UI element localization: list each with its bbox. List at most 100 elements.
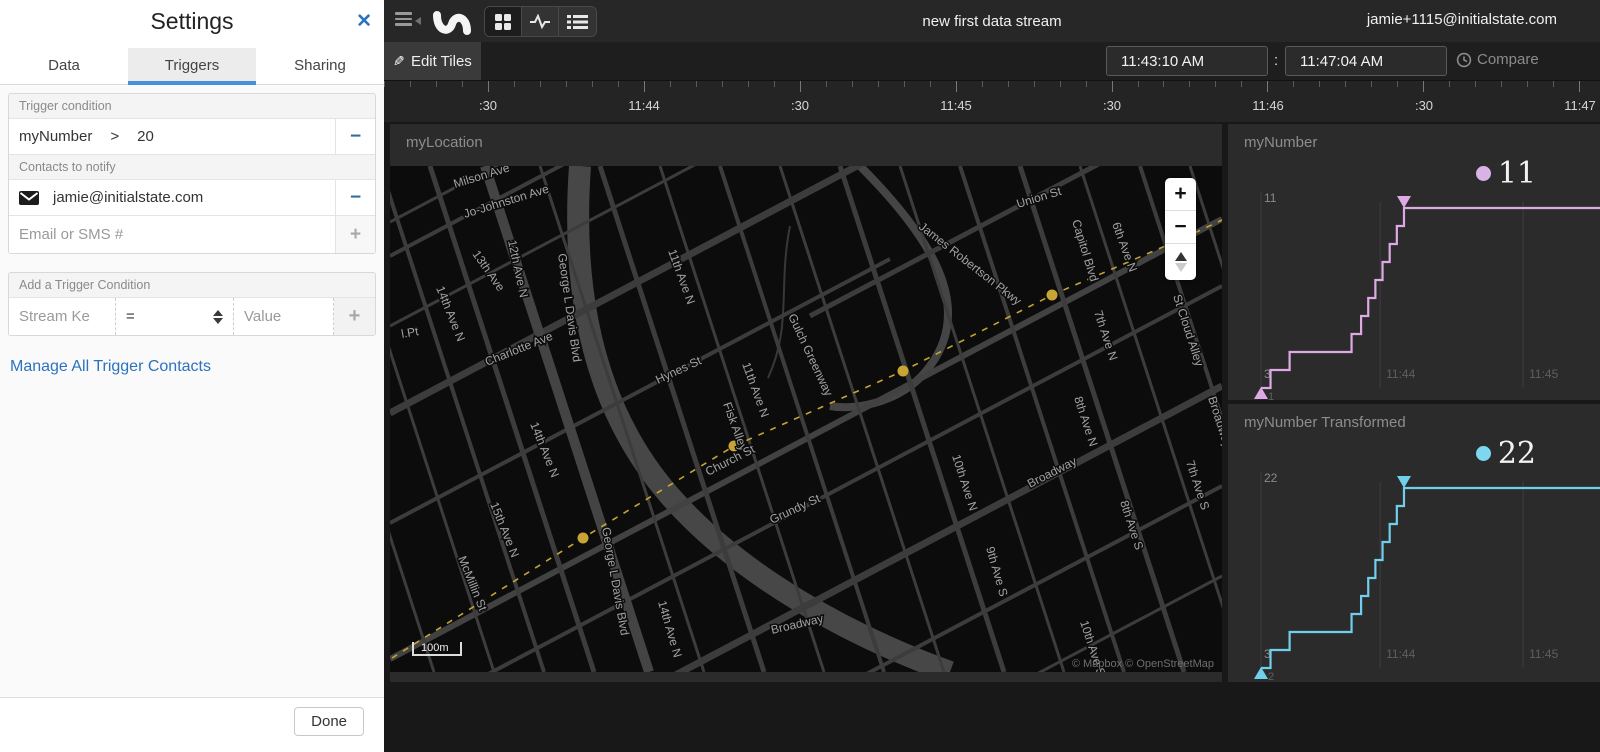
ruler-tick: [1293, 81, 1294, 87]
dashboard: new first data stream jamie+1115@initial…: [384, 0, 1600, 752]
remove-condition-button[interactable]: −: [335, 119, 375, 154]
initialstate-logo-icon[interactable]: [430, 4, 474, 43]
ruler-tick: [1034, 81, 1035, 87]
ruler-tick: [1241, 81, 1242, 87]
trail-point[interactable]: [578, 533, 589, 544]
zoom-out-button[interactable]: −: [1165, 211, 1196, 244]
ruler-tick: [410, 81, 411, 87]
current-value: 11: [1476, 156, 1536, 191]
ruler-tick: [670, 81, 671, 87]
zoom-in-button[interactable]: +: [1165, 178, 1196, 211]
waveform-icon: [529, 14, 551, 29]
ruler-tick: [566, 81, 567, 87]
y-min-label: 1: [1268, 391, 1274, 400]
manage-trigger-contacts-link[interactable]: Manage All Trigger Contacts: [10, 358, 211, 376]
stream-key-input[interactable]: [9, 298, 115, 335]
ruler-tick: [592, 81, 593, 87]
compass-up-icon: [1175, 252, 1187, 261]
map-controls: + −: [1165, 178, 1196, 280]
ruler-tick: [1423, 81, 1424, 92]
compare-button[interactable]: Compare: [1456, 51, 1539, 68]
ruler-tick: [852, 81, 853, 87]
time-separator: :: [1274, 52, 1278, 69]
ruler-tick: [1579, 81, 1580, 92]
user-email[interactable]: jamie+1115@initialstate.com: [1367, 11, 1557, 28]
ruler-tick: [1527, 81, 1528, 87]
ruler-tick: [1060, 81, 1061, 87]
settings-header: Settings ✕: [0, 0, 384, 48]
tab-triggers[interactable]: Triggers: [128, 48, 256, 84]
ruler-tick: [1215, 81, 1216, 87]
map-scale-bar: 100m: [412, 642, 462, 656]
ruler-time-label: 11:44: [628, 98, 660, 113]
edit-tiles-button[interactable]: ✎ Edit Tiles: [384, 42, 481, 80]
series-apex-marker: [1397, 476, 1411, 488]
trigger-condition-row: myNumber > 20 −: [9, 119, 375, 155]
time-end-input[interactable]: [1285, 46, 1447, 76]
ruler-tick: [1163, 81, 1164, 87]
ruler-time-label: :30: [479, 98, 497, 113]
trail-point[interactable]: [1047, 290, 1058, 301]
chart-tile-mynumber[interactable]: 11:4411:451131 myNumber 11: [1228, 124, 1600, 400]
series-apex-marker: [1397, 196, 1411, 208]
collapse-arrow-icon: [415, 17, 421, 25]
x-tick-label: 11:45: [1529, 647, 1558, 661]
add-contact-row: +: [9, 216, 375, 253]
chart-tile-mynumber-transformed[interactable]: 11:4411:452232 myNumber Transformed 22: [1228, 404, 1600, 682]
ruler-tick: [722, 81, 723, 87]
ruler-tick: [1553, 81, 1554, 87]
ruler-tick: [1449, 81, 1450, 87]
add-contact-input[interactable]: [9, 216, 335, 253]
close-icon[interactable]: ✕: [356, 10, 372, 33]
trail-point[interactable]: [898, 366, 909, 377]
clock-icon: [1456, 52, 1472, 68]
ruler-tick: [1501, 81, 1502, 87]
compass-button[interactable]: [1165, 244, 1196, 280]
settings-title: Settings: [0, 0, 384, 35]
ruler-time-label: :30: [1415, 98, 1433, 113]
operator-select[interactable]: =: [116, 298, 234, 335]
trigger-condition-value[interactable]: myNumber > 20: [9, 119, 335, 154]
add-contact-button[interactable]: +: [335, 216, 375, 253]
timeline-ruler[interactable]: :3011:44:3011:45:3011:46:3011:47: [384, 80, 1600, 122]
list-icon: [567, 14, 588, 30]
add-condition-label: Add a Trigger Condition: [9, 273, 375, 298]
tab-data[interactable]: Data: [0, 48, 128, 84]
contact-entry: jamie@initialstate.com: [9, 180, 335, 215]
value-input[interactable]: [234, 298, 333, 335]
map-attribution: © Mapbox © OpenStreetMap: [1072, 658, 1214, 670]
ruler-tick: [540, 81, 541, 87]
settings-tabs: Data Triggers Sharing: [0, 48, 384, 85]
waveform-view-button[interactable]: [522, 7, 559, 36]
ruler-tick: [1008, 81, 1009, 87]
tiles-view-button[interactable]: [485, 7, 522, 36]
x-tick-label: 11:45: [1529, 367, 1558, 381]
tiles-grid-icon: [495, 14, 511, 30]
menu-icon[interactable]: [395, 12, 425, 30]
ruler-tick: [1319, 81, 1320, 87]
compass-down-icon: [1175, 263, 1187, 272]
chart-title: myNumber: [1244, 134, 1317, 151]
remove-contact-button[interactable]: −: [335, 180, 375, 215]
ruler-tick: [1475, 81, 1476, 87]
tab-sharing[interactable]: Sharing: [256, 48, 384, 84]
ruler-tick: [748, 81, 749, 87]
ruler-tick: [774, 81, 775, 87]
map-canvas[interactable]: Milson AveJo-Johnston Ave13th Ave14th Av…: [390, 166, 1222, 672]
time-start-input[interactable]: [1106, 46, 1268, 76]
ruler-tick: [800, 81, 801, 92]
ruler-tick: [644, 81, 645, 92]
value-dot-icon: [1476, 166, 1491, 181]
add-condition-button[interactable]: +: [334, 298, 375, 335]
toolbar: ✎ Edit Tiles : Compare: [384, 42, 1600, 80]
trigger-condition-label: Trigger condition: [9, 94, 375, 119]
list-view-button[interactable]: [559, 7, 596, 36]
value-cell: [234, 298, 334, 335]
ruler-tick: [904, 81, 905, 87]
add-condition-card: Add a Trigger Condition = +: [8, 272, 376, 336]
ruler-tick: [514, 81, 515, 87]
step-line-series: [1261, 208, 1600, 388]
operator-value: =: [126, 308, 135, 325]
ruler-time-label: 11:45: [940, 98, 972, 113]
done-button[interactable]: Done: [294, 707, 364, 736]
